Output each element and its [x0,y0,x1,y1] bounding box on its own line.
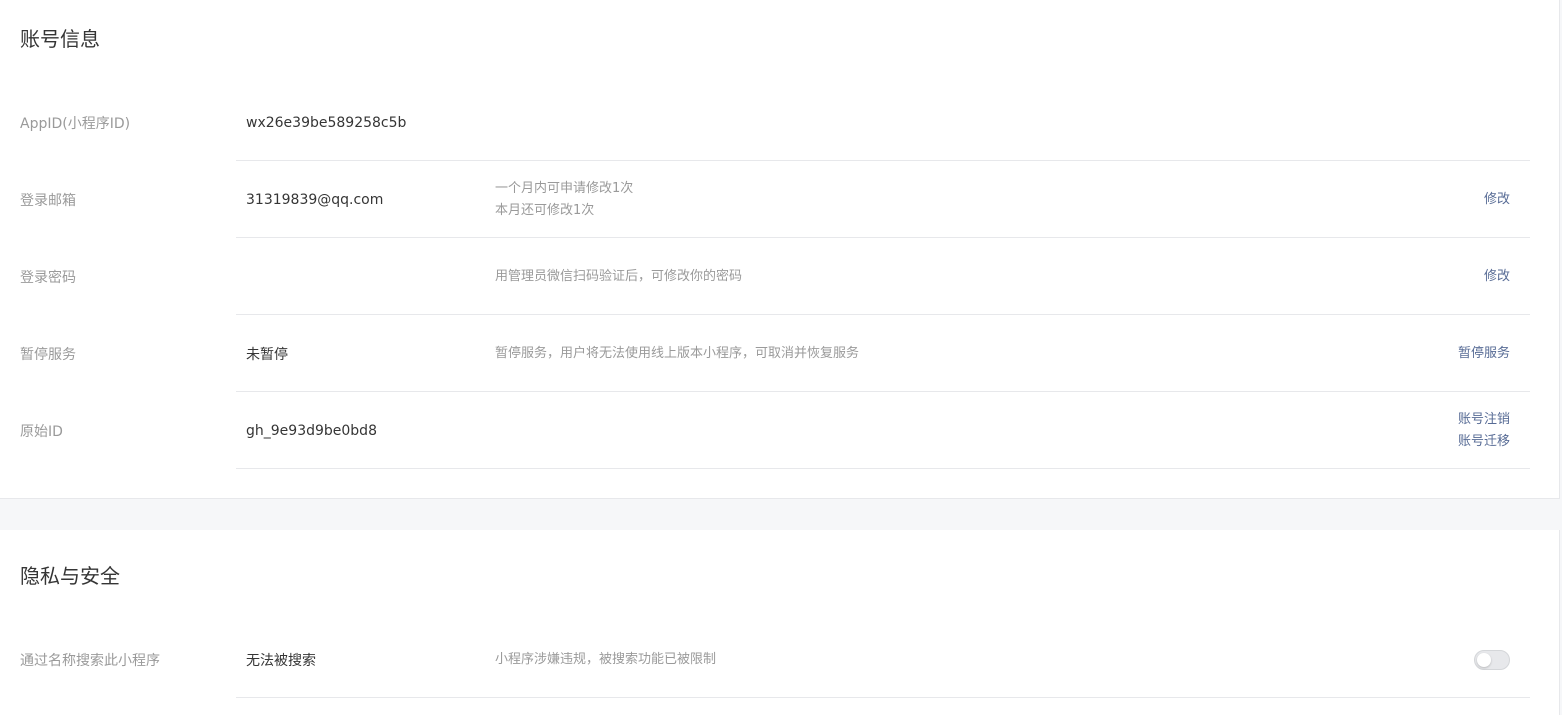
login-password-row: 登录密码 用管理员微信扫码验证后，可修改你的密码 修改 [0,238,1530,315]
appid-row: AppID(小程序ID) wx26e39be589258c5b [0,84,1530,161]
account-info-section: 账号信息 AppID(小程序ID) wx26e39be589258c5b 登录邮… [0,0,1560,499]
toggle-knob [1477,652,1491,667]
search-by-name-value: 无法被搜索 [246,652,316,669]
account-info-title: 账号信息 [20,27,100,51]
suspend-service-desc: 暂停服务，用户将无法使用线上版本小程序，可取消并恢复服务 [495,343,859,365]
login-password-desc-line-1: 用管理员微信扫码验证后，可修改你的密码 [495,268,743,284]
modify-password-link[interactable]: 修改 [1484,266,1510,288]
privacy-security-section: 隐私与安全 通过名称搜索此小程序 无法被搜索 小程序涉嫌违规，被搜索功能已被限制 [0,530,1560,715]
suspend-service-value: 未暂停 [246,346,288,363]
suspend-service-desc-line-1: 暂停服务，用户将无法使用线上版本小程序，可取消并恢复服务 [495,345,860,361]
search-by-name-desc-line-1: 小程序涉嫌违规，被搜索功能已被限制 [495,651,717,667]
original-id-row: 原始ID gh_9e93d9be0bd8 账号注销 账号迁移 [0,392,1530,469]
suspend-service-link[interactable]: 暂停服务 [1458,343,1510,365]
appid-label: AppID(小程序ID) [20,115,131,132]
suspend-service-row: 暂停服务 未暂停 暂停服务，用户将无法使用线上版本小程序，可取消并恢复服务 暂停… [0,315,1530,392]
row-divider [236,468,1530,469]
login-email-actions: 修改 [1484,189,1510,211]
login-email-value: 31319839@qq.com [246,191,384,208]
privacy-security-title: 隐私与安全 [20,564,120,588]
suspend-service-label: 暂停服务 [20,346,76,363]
search-by-name-row: 通过名称搜索此小程序 无法被搜索 小程序涉嫌违规，被搜索功能已被限制 [0,621,1530,698]
appid-value: wx26e39be589258c5b [246,114,407,131]
login-email-desc-line-2: 本月还可修改1次 [495,202,595,218]
original-id-label: 原始ID [20,423,63,440]
original-id-actions: 账号注销 账号迁移 [1458,409,1510,453]
login-email-label: 登录邮箱 [20,192,76,209]
row-divider [236,697,1530,698]
migrate-account-link[interactable]: 账号迁移 [1458,431,1510,453]
login-password-actions: 修改 [1484,266,1510,288]
original-id-value: gh_9e93d9be0bd8 [246,422,377,439]
cancel-account-link[interactable]: 账号注销 [1458,409,1510,431]
search-by-name-desc: 小程序涉嫌违规，被搜索功能已被限制 [495,649,716,671]
login-email-row: 登录邮箱 31319839@qq.com 一个月内可申请修改1次 本月还可修改1… [0,161,1530,238]
login-email-desc: 一个月内可申请修改1次 本月还可修改1次 [495,178,633,222]
suspend-service-actions: 暂停服务 [1458,343,1510,365]
modify-email-link[interactable]: 修改 [1484,189,1510,211]
login-password-desc: 用管理员微信扫码验证后，可修改你的密码 [495,266,742,288]
login-password-label: 登录密码 [20,269,76,286]
login-email-desc-line-1: 一个月内可申请修改1次 [495,180,634,196]
search-by-name-label: 通过名称搜索此小程序 [20,652,160,669]
search-by-name-toggle[interactable] [1474,649,1510,670]
